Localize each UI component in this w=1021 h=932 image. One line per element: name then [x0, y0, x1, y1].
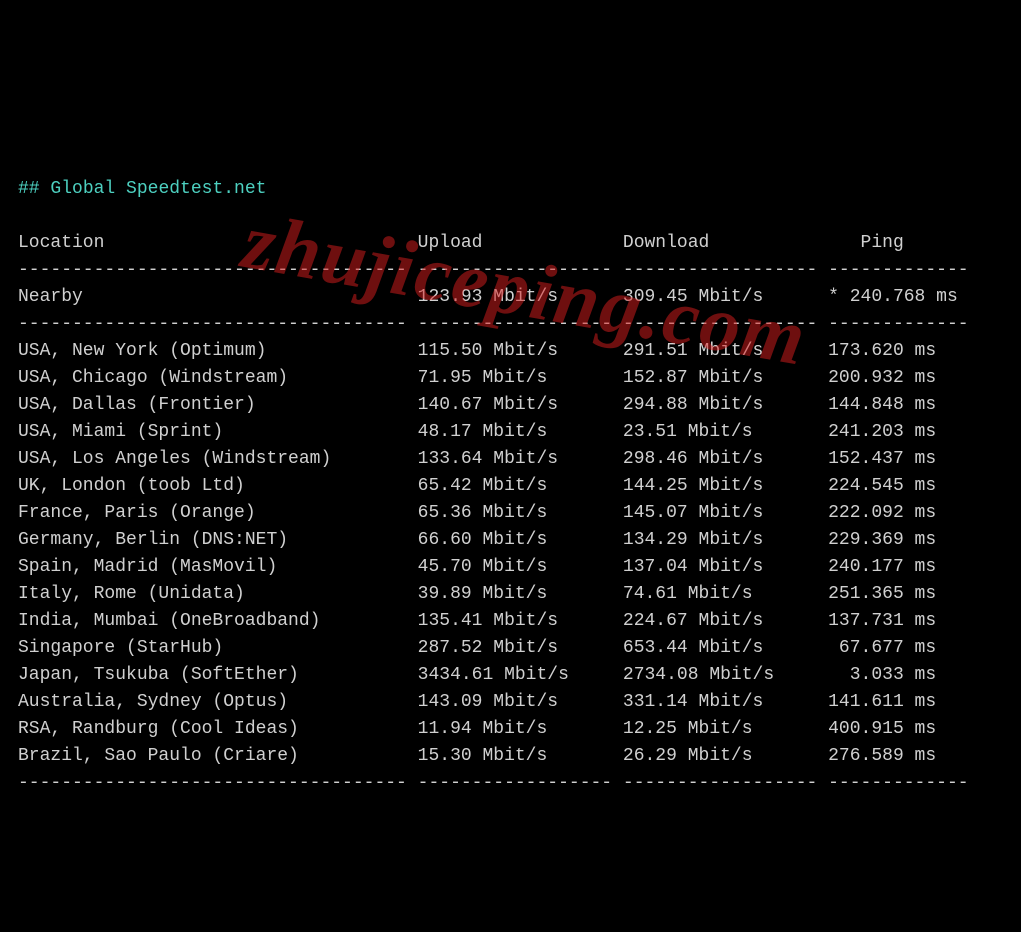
separator-line: ------------------------------------ ---…: [18, 260, 969, 280]
table-row: France, Paris (Orange) 65.36 Mbit/s 145.…: [18, 503, 936, 523]
table-row-nearby: Nearby 123.93 Mbit/s 309.45 Mbit/s * 240…: [18, 287, 958, 307]
column-headers: Location Upload Download Ping: [18, 233, 904, 253]
table-row: Spain, Madrid (MasMovil) 45.70 Mbit/s 13…: [18, 557, 936, 577]
table-row: Singapore (StarHub) 287.52 Mbit/s 653.44…: [18, 638, 936, 658]
separator-line: ------------------------------------ ---…: [18, 773, 969, 793]
table-row: RSA, Randburg (Cool Ideas) 11.94 Mbit/s …: [18, 719, 936, 739]
section-hash: ##: [18, 179, 40, 199]
table-row: Australia, Sydney (Optus) 143.09 Mbit/s …: [18, 692, 936, 712]
table-row: USA, Dallas (Frontier) 140.67 Mbit/s 294…: [18, 395, 936, 415]
table-row: Germany, Berlin (DNS:NET) 66.60 Mbit/s 1…: [18, 530, 936, 550]
table-row: UK, London (toob Ltd) 65.42 Mbit/s 144.2…: [18, 476, 936, 496]
separator-line: ------------------------------------ ---…: [18, 314, 969, 334]
section-title: Global Speedtest.net: [50, 179, 266, 199]
table-row: Brazil, Sao Paulo (Criare) 15.30 Mbit/s …: [18, 746, 936, 766]
table-row: Italy, Rome (Unidata) 39.89 Mbit/s 74.61…: [18, 584, 936, 604]
table-row: USA, Los Angeles (Windstream) 133.64 Mbi…: [18, 449, 936, 469]
terminal-output: ## Global Speedtest.net Location Upload …: [18, 176, 1003, 797]
table-row: Japan, Tsukuba (SoftEther) 3434.61 Mbit/…: [18, 665, 936, 685]
table-row: India, Mumbai (OneBroadband) 135.41 Mbit…: [18, 611, 936, 631]
table-row: USA, New York (Optimum) 115.50 Mbit/s 29…: [18, 341, 936, 361]
table-row: USA, Miami (Sprint) 48.17 Mbit/s 23.51 M…: [18, 422, 936, 442]
table-row: USA, Chicago (Windstream) 71.95 Mbit/s 1…: [18, 368, 936, 388]
